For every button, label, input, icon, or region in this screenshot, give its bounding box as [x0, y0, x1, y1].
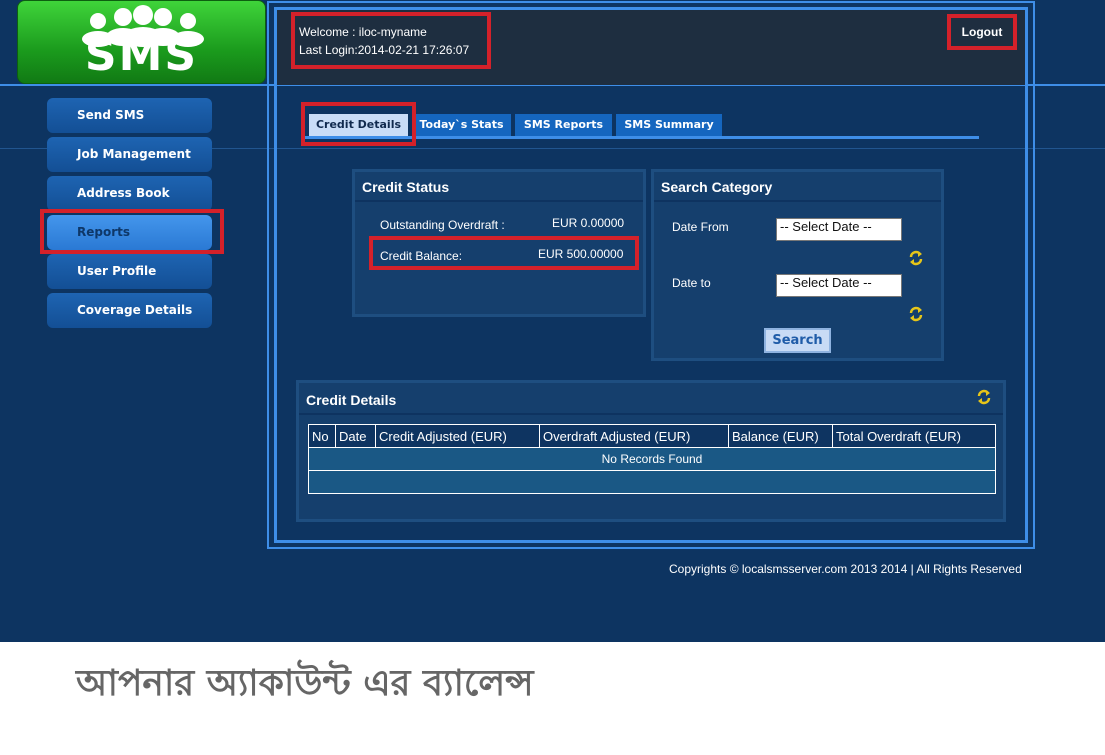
empty-cell [308, 470, 996, 494]
search-category-title: Search Category [654, 172, 941, 202]
logo-text: SMS [84, 30, 199, 81]
tab-sms-reports[interactable]: SMS Reports [515, 114, 612, 136]
date-from-input[interactable]: -- Select Date -- [776, 218, 902, 241]
sidebar-item-reports[interactable]: Reports [47, 215, 212, 250]
sidebar-item-job-management[interactable]: Job Management [47, 137, 212, 172]
last-login-text: Last Login:2014-02-21 17:26:07 [299, 43, 470, 57]
table-row: No Records Found [308, 447, 996, 471]
tab-sms-summary[interactable]: SMS Summary [616, 114, 722, 136]
sms-app-window: SMS Send SMS Job Management Address Book… [0, 0, 1105, 642]
refresh-icon[interactable] [976, 389, 992, 405]
sidebar-item-user-profile[interactable]: User Profile [47, 254, 212, 289]
column-header-balance: Balance (EUR) [728, 424, 833, 448]
copyright-text: Copyrights © localsmsserver.com 2013 201… [669, 562, 1022, 576]
column-header-overdraft-adjusted: Overdraft Adjusted (EUR) [539, 424, 729, 448]
table-row [308, 470, 996, 494]
tab-underline [304, 136, 979, 139]
tab-todays-stats[interactable]: Today`s Stats [412, 114, 511, 136]
sidebar-item-coverage-details[interactable]: Coverage Details [47, 293, 212, 328]
credit-status-title: Credit Status [355, 172, 643, 202]
no-records-message: No Records Found [308, 447, 996, 471]
credit-details-table: No Date Credit Adjusted (EUR) Overdraft … [308, 424, 996, 494]
refresh-icon[interactable] [908, 250, 924, 266]
search-button[interactable]: Search [764, 328, 831, 353]
sidebar-item-address-book[interactable]: Address Book [47, 176, 212, 211]
caption-text: আপনার অ্যাকাউন্ট এর ব্যালেন্স [76, 663, 534, 704]
welcome-text: Welcome : iloc-myname [299, 25, 427, 39]
date-to-label: Date to [672, 276, 711, 290]
credit-balance-label: Credit Balance: [380, 249, 463, 263]
sidebar-item-send-sms[interactable]: Send SMS [47, 98, 212, 133]
date-from-label: Date From [672, 220, 729, 234]
column-header-credit-adjusted: Credit Adjusted (EUR) [375, 424, 540, 448]
logout-button[interactable]: Logout [952, 18, 1012, 46]
credit-balance-value: EUR 500.00000 [538, 247, 624, 261]
column-header-total-overdraft: Total Overdraft (EUR) [832, 424, 996, 448]
credit-status-panel: Credit Status [352, 169, 646, 317]
credit-details-title: Credit Details [299, 383, 1003, 415]
table-header-row: No Date Credit Adjusted (EUR) Overdraft … [308, 424, 996, 448]
refresh-icon[interactable] [908, 306, 924, 322]
outstanding-overdraft-value: EUR 0.00000 [552, 216, 625, 230]
sms-logo: SMS [17, 0, 266, 84]
outstanding-overdraft-label: Outstanding Overdraft : [380, 218, 505, 232]
column-header-no: No [308, 424, 336, 448]
date-to-input[interactable]: -- Select Date -- [776, 274, 902, 297]
column-header-date: Date [335, 424, 376, 448]
tab-credit-details[interactable]: Credit Details [309, 114, 408, 136]
